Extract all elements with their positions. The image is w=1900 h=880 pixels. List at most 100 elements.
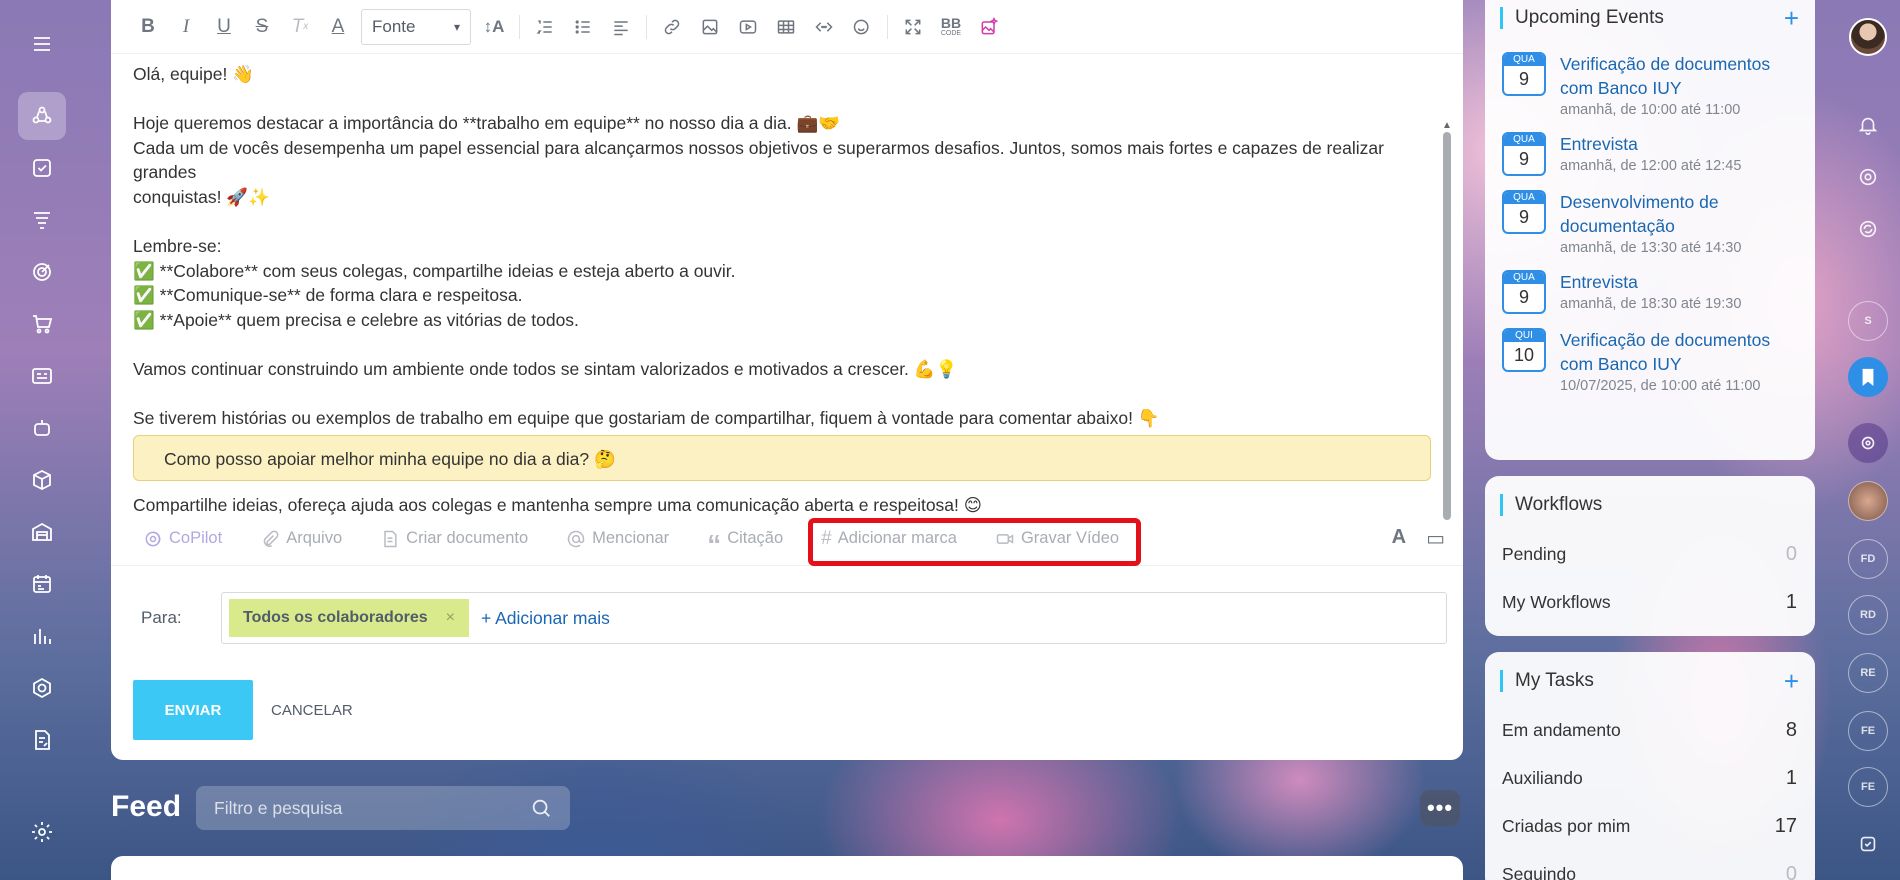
my-tasks-widget: My Tasks + Em andamento 8 Auxiliando 1 C… bbox=[1485, 652, 1815, 880]
bookmark-icon[interactable] bbox=[1848, 357, 1888, 397]
contact-avatar[interactable]: RD bbox=[1848, 595, 1888, 635]
event-weekday: QUA bbox=[1504, 192, 1544, 204]
ai-image-icon[interactable] bbox=[970, 8, 1008, 46]
event-title[interactable]: Entrevista bbox=[1560, 132, 1741, 156]
bulleted-list-icon[interactable] bbox=[564, 8, 602, 46]
check-icon[interactable] bbox=[1848, 824, 1888, 864]
workflow-row[interactable]: My Workflows 1 bbox=[1485, 578, 1815, 626]
event-text: Entrevista amanhã, de 12:00 até 12:45 bbox=[1560, 132, 1741, 176]
contact-avatar[interactable]: RE bbox=[1848, 653, 1888, 693]
recipient-chip[interactable]: Todos os colaboradores × bbox=[229, 599, 469, 637]
box-icon[interactable] bbox=[18, 456, 66, 504]
task-row[interactable]: Em andamento 8 bbox=[1485, 706, 1815, 754]
event-item[interactable]: QUI 10 Verificação de documentos com Ban… bbox=[1485, 328, 1815, 394]
feed-search-input[interactable]: Filtro e pesquisa bbox=[196, 786, 570, 830]
event-item[interactable]: QUA 9 Entrevista amanhã, de 12:00 até 12… bbox=[1485, 132, 1815, 176]
crm-funnel-icon[interactable] bbox=[18, 196, 66, 244]
bbcode-sublabel: CODE bbox=[940, 30, 962, 37]
font-size-icon[interactable]: ↕A bbox=[475, 8, 513, 46]
workflow-row[interactable]: Pending 0 bbox=[1485, 530, 1815, 578]
event-item[interactable]: QUA 9 Desenvolvimento de documentação am… bbox=[1485, 190, 1815, 256]
send-button[interactable]: ENVIAR bbox=[133, 680, 253, 740]
link-icon[interactable] bbox=[653, 8, 691, 46]
task-row[interactable]: Auxiliando 1 bbox=[1485, 754, 1815, 802]
contact-avatar[interactable]: FE bbox=[1848, 711, 1888, 751]
message-line bbox=[133, 87, 1433, 112]
numbered-list-icon[interactable] bbox=[526, 8, 564, 46]
quote-text: Como posso apoiar melhor minha equipe no… bbox=[164, 448, 616, 469]
warehouse-icon[interactable] bbox=[18, 508, 66, 556]
menu-icon[interactable] bbox=[18, 20, 66, 68]
clear-format-icon[interactable]: Tx bbox=[281, 8, 319, 46]
user-avatar[interactable] bbox=[1849, 18, 1887, 56]
calendar-icon[interactable] bbox=[18, 560, 66, 608]
sites-icon[interactable] bbox=[18, 664, 66, 712]
add-task-icon[interactable]: + bbox=[1784, 666, 1799, 697]
shop-cart-icon[interactable] bbox=[18, 300, 66, 348]
documents-sign-icon[interactable] bbox=[18, 716, 66, 764]
mention-button[interactable]: Mencionar bbox=[566, 529, 669, 549]
collaboration-icon[interactable] bbox=[18, 92, 66, 140]
scrollbar-thumb[interactable] bbox=[1443, 132, 1451, 520]
copilot-chat-icon[interactable] bbox=[1848, 157, 1888, 197]
fullscreen-icon[interactable] bbox=[894, 8, 932, 46]
feed-more-button[interactable]: ••• bbox=[1420, 790, 1460, 826]
code-block-icon[interactable] bbox=[805, 8, 843, 46]
event-weekday: QUI bbox=[1504, 330, 1544, 342]
event-item[interactable]: QUA 9 Verificação de documentos com Banc… bbox=[1485, 52, 1815, 118]
message-line: Cada um de vocês desempenha um papel ess… bbox=[133, 137, 1389, 183]
text-color-icon[interactable]: A bbox=[319, 8, 357, 46]
copilot-button[interactable]: CoPilot bbox=[143, 529, 222, 549]
align-left-icon[interactable] bbox=[602, 8, 640, 46]
text-format-icon[interactable]: A bbox=[1392, 526, 1406, 551]
file-button[interactable]: Arquivo bbox=[260, 529, 342, 549]
channel-icon[interactable] bbox=[1848, 423, 1888, 463]
image-icon[interactable] bbox=[691, 8, 729, 46]
task-row[interactable]: Seguindo 0 bbox=[1485, 850, 1815, 880]
video-icon[interactable] bbox=[729, 8, 767, 46]
post-options-bar: CoPilot Arquivo Criar documento Menciona… bbox=[111, 512, 1463, 566]
message-body[interactable]: Olá, equipe! 👋 Hoje queremos destacar a … bbox=[111, 54, 1463, 520]
font-select[interactable]: Fonte ▾ bbox=[361, 8, 471, 45]
create-document-button[interactable]: Criar documento bbox=[380, 529, 528, 549]
message-line: ✅ **Apoie** quem precisa e celebre as vi… bbox=[133, 309, 579, 330]
quote-label: Citação bbox=[727, 529, 784, 547]
contact-center-icon[interactable] bbox=[18, 352, 66, 400]
event-title[interactable]: Verificação de documentos com Banco IUY bbox=[1560, 52, 1780, 100]
task-row[interactable]: Criadas por mim 17 bbox=[1485, 802, 1815, 850]
target-icon[interactable] bbox=[18, 248, 66, 296]
message-line bbox=[133, 333, 1433, 358]
contact-avatar[interactable] bbox=[1848, 481, 1888, 521]
message-line: ✅ **Colabore** com seus colegas, compart… bbox=[133, 260, 736, 281]
contact-avatar[interactable]: S bbox=[1848, 301, 1888, 341]
settings-gear-icon[interactable] bbox=[18, 808, 66, 856]
tasks-icon[interactable] bbox=[18, 144, 66, 192]
event-title[interactable]: Entrevista bbox=[1560, 270, 1741, 294]
analytics-icon[interactable] bbox=[18, 612, 66, 660]
quote-button[interactable]: “ Citação bbox=[707, 529, 784, 558]
contact-avatar[interactable]: FE bbox=[1848, 767, 1888, 807]
bold-icon[interactable]: B bbox=[129, 8, 167, 46]
file-label: Arquivo bbox=[286, 529, 343, 547]
panel-toggle-icon[interactable]: ▭ bbox=[1426, 526, 1445, 551]
italic-icon[interactable]: I bbox=[167, 8, 205, 46]
underline-icon[interactable]: U bbox=[205, 8, 243, 46]
editor-scrollbar[interactable]: ▲ bbox=[1442, 116, 1452, 520]
add-more-recipients-link[interactable]: + Adicionar mais bbox=[481, 608, 610, 629]
remove-recipient-icon[interactable]: × bbox=[446, 609, 455, 627]
event-title[interactable]: Verificação de documentos com Banco IUY bbox=[1560, 328, 1780, 376]
strikethrough-icon[interactable]: S bbox=[243, 8, 281, 46]
recipients-field[interactable]: Todos os colaboradores × + Adicionar mai… bbox=[221, 592, 1447, 644]
robot-icon[interactable] bbox=[18, 404, 66, 452]
event-title[interactable]: Desenvolvimento de documentação bbox=[1560, 190, 1740, 238]
message-line: ✅ **Comunique-se** de forma clara e resp… bbox=[133, 285, 523, 306]
table-icon[interactable] bbox=[767, 8, 805, 46]
cancel-button[interactable]: CANCELAR bbox=[271, 702, 353, 719]
chat-sync-icon[interactable] bbox=[1848, 209, 1888, 249]
contact-avatar[interactable]: FD bbox=[1848, 539, 1888, 579]
emoji-icon[interactable] bbox=[843, 8, 881, 46]
event-item[interactable]: QUA 9 Entrevista amanhã, de 18:30 até 19… bbox=[1485, 270, 1815, 314]
bell-icon[interactable] bbox=[1848, 105, 1888, 145]
add-event-icon[interactable]: + bbox=[1784, 3, 1799, 34]
bbcode-icon[interactable]: BB CODE bbox=[932, 8, 970, 46]
